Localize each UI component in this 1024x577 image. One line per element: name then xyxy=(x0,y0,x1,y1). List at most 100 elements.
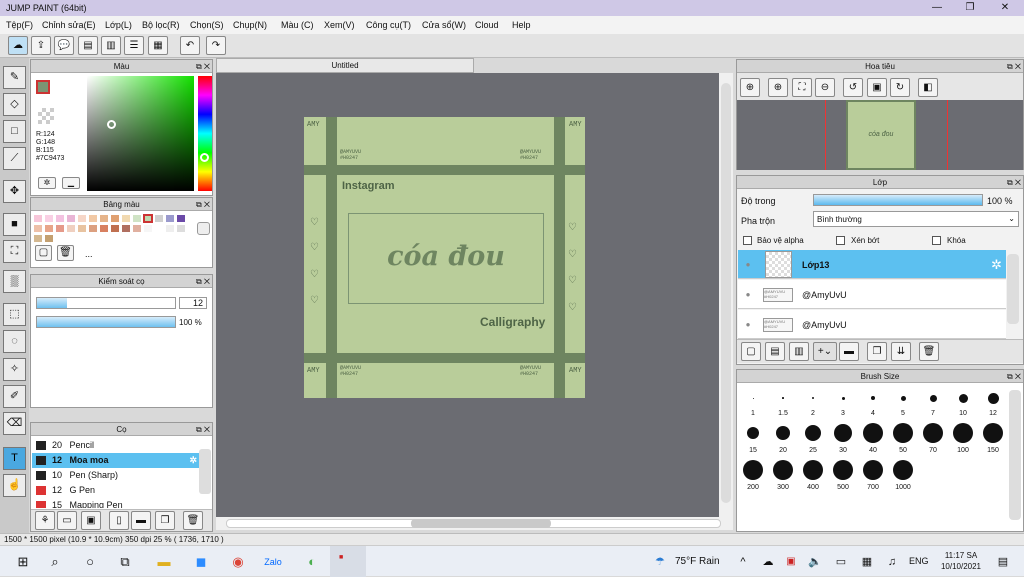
copy-icon[interactable]: ❐ xyxy=(155,511,175,530)
restore-icon[interactable]: ❐ xyxy=(955,0,985,16)
brush-size-dot[interactable] xyxy=(871,396,875,400)
windows-start-icon[interactable]: ⊞ xyxy=(14,553,32,571)
new-layer-icon[interactable]: ▢ xyxy=(741,342,761,361)
palette-swatch[interactable] xyxy=(77,224,87,233)
color-sub-button[interactable]: ▁ xyxy=(62,177,80,189)
brush-add-icon[interactable]: ⚘ xyxy=(35,511,55,530)
canvas-hscroll[interactable] xyxy=(216,517,733,530)
grid-icon[interactable]: ▦ xyxy=(148,36,168,55)
brush-item[interactable]: 12 G Pen xyxy=(32,483,199,498)
palette-swatch[interactable] xyxy=(44,214,54,223)
menu-window[interactable]: Cửa sổ(W) xyxy=(422,20,466,30)
brush-size-dot[interactable] xyxy=(893,423,913,443)
panel-close-icon[interactable]: ⧉ ✕ xyxy=(196,198,210,211)
palette-swatch[interactable] xyxy=(110,224,120,233)
volume-icon[interactable]: ♫ xyxy=(883,553,901,571)
gear-icon[interactable]: ✲ xyxy=(991,257,1002,273)
brush-size-dot[interactable] xyxy=(773,460,793,480)
palette-swatch[interactable] xyxy=(176,224,186,233)
text-tool-icon[interactable]: T xyxy=(3,447,26,470)
foreground-color-swatch[interactable] xyxy=(36,80,50,94)
close-icon[interactable]: ✕ xyxy=(990,0,1020,16)
palette-swatch[interactable] xyxy=(154,224,164,233)
layer-doc-icon[interactable]: ▥ xyxy=(789,342,809,361)
magic-wand-icon[interactable]: ✧ xyxy=(3,358,26,381)
rotate-right-icon[interactable]: ↻ xyxy=(890,78,910,97)
blend-mode-select[interactable]: Bình thường ⌄ xyxy=(813,211,1019,227)
cloud-icon[interactable]: ☁ xyxy=(8,36,28,55)
copy-layer-icon[interactable]: ❐ xyxy=(867,342,887,361)
rotate-reset-icon[interactable]: ▣ xyxy=(867,78,887,97)
palette-swatch[interactable] xyxy=(110,214,120,223)
brush-item[interactable]: 20 Pencil xyxy=(32,438,199,453)
palette-swatch[interactable] xyxy=(176,214,186,223)
visibility-icon[interactable]: ● xyxy=(738,260,758,269)
vscroll-thumb[interactable] xyxy=(721,83,731,503)
brush-item[interactable]: 15 Mapping Pen xyxy=(32,498,199,508)
hue-cursor[interactable] xyxy=(200,153,209,162)
new-palette-icon[interactable]: ▢ xyxy=(35,245,52,261)
brush-size-dot[interactable] xyxy=(743,460,763,480)
comment-icon[interactable]: 💬 xyxy=(54,36,74,55)
navigator-preview[interactable]: cóa đou xyxy=(737,100,1023,170)
brush-size-dot[interactable] xyxy=(805,425,821,441)
brush-size-dot[interactable] xyxy=(833,460,853,480)
layer-row-selected[interactable]: ● Lớp13 ✲ xyxy=(738,250,1006,279)
folder-icon[interactable]: ▬ xyxy=(131,511,151,530)
zoom-out-icon[interactable]: ⊖ xyxy=(815,78,835,97)
battery-icon[interactable]: ▭ xyxy=(832,553,850,571)
new-layer-type-icon[interactable]: ▤ xyxy=(765,342,785,361)
merge-layer-icon[interactable]: ⇊ xyxy=(891,342,911,361)
trash-icon[interactable]: 🗑 xyxy=(57,245,74,261)
language-indicator[interactable]: ENG xyxy=(909,556,929,566)
layer-opacity-slider[interactable] xyxy=(813,194,983,206)
artwork[interactable]: AMY AMY AMY AMY @AMYUVU #H0247 @AMYUVU #H0… xyxy=(304,117,585,398)
brush-size-dot[interactable] xyxy=(893,460,913,480)
panel-close-icon[interactable]: ⧉ ✕ xyxy=(1007,60,1021,73)
brush-new-icon[interactable]: ▣ xyxy=(81,511,101,530)
menu-tools[interactable]: Công cụ(T) xyxy=(366,20,411,30)
brush-size-dot[interactable] xyxy=(987,392,999,404)
hand-tool-icon[interactable]: ☝ xyxy=(3,474,26,497)
rotate-left-icon[interactable]: ↺ xyxy=(843,78,863,97)
palette-swatch[interactable] xyxy=(165,224,175,233)
document-icon[interactable]: ▥ xyxy=(101,36,121,55)
layer-row[interactable]: ● @AMYUVU #H0247 @AmyUvU xyxy=(738,280,1006,309)
task-view-icon[interactable]: ⧉ xyxy=(116,553,134,571)
brush-size-dot[interactable] xyxy=(841,396,845,400)
brush-size-dot[interactable] xyxy=(747,427,759,439)
canvas-vscroll[interactable] xyxy=(719,73,733,517)
lasso-tool-icon[interactable]: ◌ xyxy=(3,330,26,353)
jump-paint-taskbar[interactable]: ■ xyxy=(330,546,366,577)
document-tab[interactable]: Untitled xyxy=(216,58,474,73)
brush-list-scrollbar[interactable] xyxy=(199,449,211,494)
zoom-in-icon[interactable]: ⊕ xyxy=(768,78,788,97)
brush-size-dot[interactable] xyxy=(812,397,814,399)
menu-help[interactable]: Help xyxy=(512,20,531,30)
layer-row[interactable]: ● @AMYUVU #H0247 @AmyUvU xyxy=(738,310,1006,339)
palette-swatches[interactable] xyxy=(33,214,193,243)
brush-size-scrollbar[interactable] xyxy=(1009,390,1021,520)
brush-size-dot[interactable] xyxy=(900,395,906,401)
gradient-pen-icon[interactable]: ⟋ xyxy=(3,147,26,170)
redo-icon[interactable]: ↷ xyxy=(206,36,226,55)
hue-slider[interactable] xyxy=(198,76,212,191)
search-icon[interactable]: ⌕ xyxy=(46,553,64,571)
chrome-icon[interactable]: ◉ xyxy=(229,553,247,571)
brush-doc-icon[interactable]: ▯ xyxy=(109,511,129,530)
undo-icon[interactable]: ↶ xyxy=(180,36,200,55)
folder-icon[interactable]: ▬ xyxy=(839,342,859,361)
palette-swatch[interactable] xyxy=(44,234,54,243)
palette-swatch[interactable] xyxy=(88,214,98,223)
palette-swatch[interactable] xyxy=(154,214,164,223)
brush-size-slider[interactable] xyxy=(36,297,176,309)
brush-folder-icon[interactable]: ▭ xyxy=(57,511,77,530)
clip-checkbox[interactable] xyxy=(836,236,845,245)
saturation-value-picker[interactable] xyxy=(87,76,194,191)
palette-swatch[interactable] xyxy=(55,224,65,233)
speaker-icon[interactable]: 🔈 xyxy=(806,553,824,571)
panel-close-icon[interactable]: ⧉ ✕ xyxy=(196,423,210,436)
brush-size-dot[interactable] xyxy=(983,423,1003,443)
palette-swatch[interactable] xyxy=(33,234,43,243)
eraser-tool-icon[interactable]: ◇ xyxy=(3,93,26,116)
